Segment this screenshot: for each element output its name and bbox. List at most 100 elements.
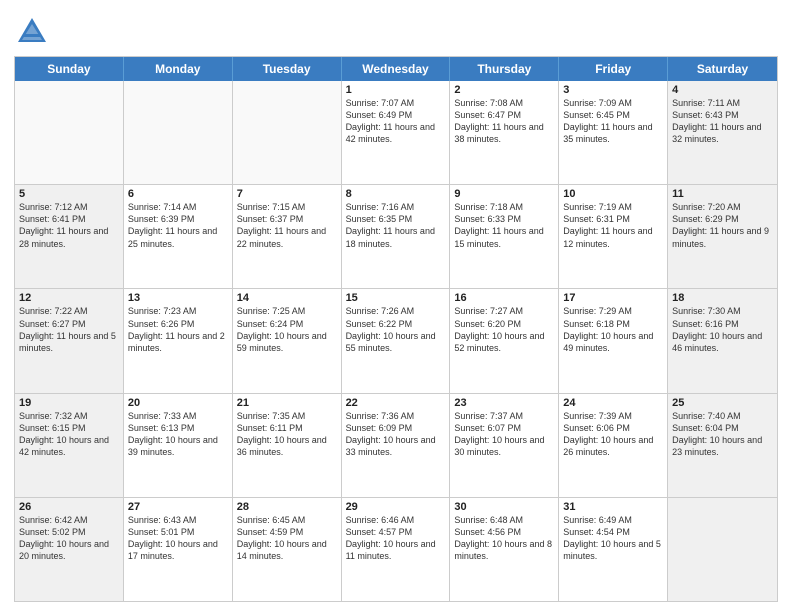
day-number: 24: [563, 397, 663, 409]
day-cell-19: 19Sunrise: 7:32 AMSunset: 6:15 PMDayligh…: [15, 394, 124, 497]
day-info: Sunrise: 7:37 AMSunset: 6:07 PMDaylight:…: [454, 410, 554, 459]
day-cell-7: 7Sunrise: 7:15 AMSunset: 6:37 PMDaylight…: [233, 185, 342, 288]
day-cell-8: 8Sunrise: 7:16 AMSunset: 6:35 PMDaylight…: [342, 185, 451, 288]
day-cell-5: 5Sunrise: 7:12 AMSunset: 6:41 PMDaylight…: [15, 185, 124, 288]
weekday-header-sunday: Sunday: [15, 57, 124, 81]
day-number: 7: [237, 188, 337, 200]
day-info: Sunrise: 7:40 AMSunset: 6:04 PMDaylight:…: [672, 410, 773, 459]
calendar: SundayMondayTuesdayWednesdayThursdayFrid…: [14, 56, 778, 602]
day-number: 1: [346, 84, 446, 96]
day-number: 26: [19, 501, 119, 513]
day-cell-11: 11Sunrise: 7:20 AMSunset: 6:29 PMDayligh…: [668, 185, 777, 288]
day-info: Sunrise: 7:22 AMSunset: 6:27 PMDaylight:…: [19, 305, 119, 354]
day-number: 3: [563, 84, 663, 96]
day-info: Sunrise: 7:23 AMSunset: 6:26 PMDaylight:…: [128, 305, 228, 354]
day-number: 5: [19, 188, 119, 200]
day-number: 12: [19, 292, 119, 304]
day-info: Sunrise: 7:27 AMSunset: 6:20 PMDaylight:…: [454, 305, 554, 354]
empty-cell-4-6: [668, 498, 777, 601]
day-number: 10: [563, 188, 663, 200]
day-info: Sunrise: 7:19 AMSunset: 6:31 PMDaylight:…: [563, 201, 663, 250]
day-info: Sunrise: 7:36 AMSunset: 6:09 PMDaylight:…: [346, 410, 446, 459]
empty-cell-0-1: [124, 81, 233, 184]
day-cell-23: 23Sunrise: 7:37 AMSunset: 6:07 PMDayligh…: [450, 394, 559, 497]
day-cell-18: 18Sunrise: 7:30 AMSunset: 6:16 PMDayligh…: [668, 289, 777, 392]
day-cell-26: 26Sunrise: 6:42 AMSunset: 5:02 PMDayligh…: [15, 498, 124, 601]
day-number: 11: [672, 188, 773, 200]
day-info: Sunrise: 7:39 AMSunset: 6:06 PMDaylight:…: [563, 410, 663, 459]
day-number: 4: [672, 84, 773, 96]
day-cell-13: 13Sunrise: 7:23 AMSunset: 6:26 PMDayligh…: [124, 289, 233, 392]
day-info: Sunrise: 7:16 AMSunset: 6:35 PMDaylight:…: [346, 201, 446, 250]
day-number: 28: [237, 501, 337, 513]
day-number: 13: [128, 292, 228, 304]
day-cell-12: 12Sunrise: 7:22 AMSunset: 6:27 PMDayligh…: [15, 289, 124, 392]
day-cell-6: 6Sunrise: 7:14 AMSunset: 6:39 PMDaylight…: [124, 185, 233, 288]
day-cell-22: 22Sunrise: 7:36 AMSunset: 6:09 PMDayligh…: [342, 394, 451, 497]
day-number: 9: [454, 188, 554, 200]
weekday-header-thursday: Thursday: [450, 57, 559, 81]
day-info: Sunrise: 7:33 AMSunset: 6:13 PMDaylight:…: [128, 410, 228, 459]
day-info: Sunrise: 7:26 AMSunset: 6:22 PMDaylight:…: [346, 305, 446, 354]
weekday-header-tuesday: Tuesday: [233, 57, 342, 81]
day-number: 14: [237, 292, 337, 304]
day-cell-27: 27Sunrise: 6:43 AMSunset: 5:01 PMDayligh…: [124, 498, 233, 601]
day-cell-15: 15Sunrise: 7:26 AMSunset: 6:22 PMDayligh…: [342, 289, 451, 392]
calendar-row-4: 26Sunrise: 6:42 AMSunset: 5:02 PMDayligh…: [15, 497, 777, 601]
day-number: 18: [672, 292, 773, 304]
empty-cell-0-2: [233, 81, 342, 184]
day-info: Sunrise: 7:29 AMSunset: 6:18 PMDaylight:…: [563, 305, 663, 354]
empty-cell-0-0: [15, 81, 124, 184]
day-number: 17: [563, 292, 663, 304]
logo: [14, 14, 54, 50]
day-info: Sunrise: 7:09 AMSunset: 6:45 PMDaylight:…: [563, 97, 663, 146]
day-info: Sunrise: 7:32 AMSunset: 6:15 PMDaylight:…: [19, 410, 119, 459]
day-info: Sunrise: 6:49 AMSunset: 4:54 PMDaylight:…: [563, 514, 663, 563]
day-cell-16: 16Sunrise: 7:27 AMSunset: 6:20 PMDayligh…: [450, 289, 559, 392]
day-cell-3: 3Sunrise: 7:09 AMSunset: 6:45 PMDaylight…: [559, 81, 668, 184]
calendar-row-1: 5Sunrise: 7:12 AMSunset: 6:41 PMDaylight…: [15, 184, 777, 288]
day-cell-24: 24Sunrise: 7:39 AMSunset: 6:06 PMDayligh…: [559, 394, 668, 497]
calendar-header: SundayMondayTuesdayWednesdayThursdayFrid…: [15, 57, 777, 81]
day-info: Sunrise: 6:48 AMSunset: 4:56 PMDaylight:…: [454, 514, 554, 563]
day-cell-28: 28Sunrise: 6:45 AMSunset: 4:59 PMDayligh…: [233, 498, 342, 601]
day-cell-1: 1Sunrise: 7:07 AMSunset: 6:49 PMDaylight…: [342, 81, 451, 184]
day-info: Sunrise: 6:43 AMSunset: 5:01 PMDaylight:…: [128, 514, 228, 563]
calendar-row-3: 19Sunrise: 7:32 AMSunset: 6:15 PMDayligh…: [15, 393, 777, 497]
day-number: 15: [346, 292, 446, 304]
day-cell-29: 29Sunrise: 6:46 AMSunset: 4:57 PMDayligh…: [342, 498, 451, 601]
day-number: 21: [237, 397, 337, 409]
day-number: 19: [19, 397, 119, 409]
calendar-row-2: 12Sunrise: 7:22 AMSunset: 6:27 PMDayligh…: [15, 288, 777, 392]
day-number: 25: [672, 397, 773, 409]
day-cell-30: 30Sunrise: 6:48 AMSunset: 4:56 PMDayligh…: [450, 498, 559, 601]
day-number: 16: [454, 292, 554, 304]
day-info: Sunrise: 6:46 AMSunset: 4:57 PMDaylight:…: [346, 514, 446, 563]
day-number: 27: [128, 501, 228, 513]
day-info: Sunrise: 6:42 AMSunset: 5:02 PMDaylight:…: [19, 514, 119, 563]
day-cell-4: 4Sunrise: 7:11 AMSunset: 6:43 PMDaylight…: [668, 81, 777, 184]
weekday-header-saturday: Saturday: [668, 57, 777, 81]
day-number: 8: [346, 188, 446, 200]
day-info: Sunrise: 7:15 AMSunset: 6:37 PMDaylight:…: [237, 201, 337, 250]
day-info: Sunrise: 7:20 AMSunset: 6:29 PMDaylight:…: [672, 201, 773, 250]
day-cell-31: 31Sunrise: 6:49 AMSunset: 4:54 PMDayligh…: [559, 498, 668, 601]
logo-icon: [14, 14, 50, 50]
day-info: Sunrise: 7:35 AMSunset: 6:11 PMDaylight:…: [237, 410, 337, 459]
day-cell-17: 17Sunrise: 7:29 AMSunset: 6:18 PMDayligh…: [559, 289, 668, 392]
day-info: Sunrise: 7:07 AMSunset: 6:49 PMDaylight:…: [346, 97, 446, 146]
day-number: 30: [454, 501, 554, 513]
day-number: 2: [454, 84, 554, 96]
day-number: 22: [346, 397, 446, 409]
day-info: Sunrise: 7:25 AMSunset: 6:24 PMDaylight:…: [237, 305, 337, 354]
day-info: Sunrise: 7:12 AMSunset: 6:41 PMDaylight:…: [19, 201, 119, 250]
weekday-header-wednesday: Wednesday: [342, 57, 451, 81]
weekday-header-monday: Monday: [124, 57, 233, 81]
day-number: 6: [128, 188, 228, 200]
header: [14, 10, 778, 50]
day-number: 20: [128, 397, 228, 409]
day-cell-10: 10Sunrise: 7:19 AMSunset: 6:31 PMDayligh…: [559, 185, 668, 288]
day-cell-14: 14Sunrise: 7:25 AMSunset: 6:24 PMDayligh…: [233, 289, 342, 392]
day-number: 23: [454, 397, 554, 409]
weekday-header-friday: Friday: [559, 57, 668, 81]
